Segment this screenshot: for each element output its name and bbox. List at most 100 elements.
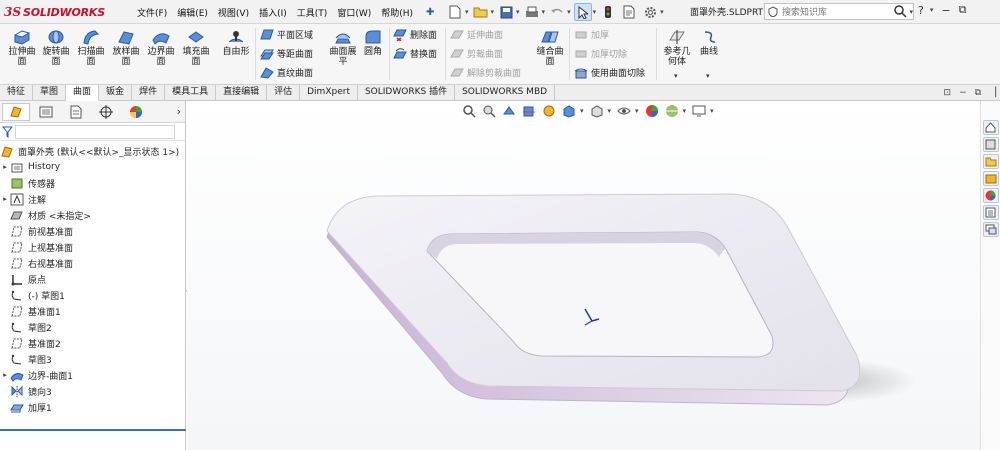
traffic-light-icon[interactable] (599, 3, 617, 21)
file-explorer-icon[interactable] (982, 154, 999, 169)
undo-icon[interactable] (548, 3, 566, 21)
search-icon[interactable] (894, 5, 908, 18)
tree-item[interactable]: 传感器 (0, 175, 185, 191)
feature-manager-tab-icon[interactable] (2, 102, 30, 121)
close-view-icon[interactable]: ▕ (989, 88, 996, 98)
tab-dimxpert[interactable]: DimXpert (300, 85, 358, 101)
panel-toggle-icon[interactable]: ⊡ (944, 88, 952, 98)
design-library-icon[interactable] (982, 137, 999, 152)
tab-mbd[interactable]: SOLIDWORKS MBD (455, 85, 556, 101)
revolved-surface-button[interactable]: 旋转曲面 (40, 28, 72, 67)
configuration-manager-tab-icon[interactable] (62, 103, 90, 121)
tab-mold-tools[interactable]: 模具工具 (165, 85, 217, 101)
tab-direct-editing[interactable]: 直接编辑 (216, 85, 268, 101)
minimize-view-icon[interactable]: − (959, 88, 967, 98)
menu-help[interactable]: 帮助(H) (376, 6, 418, 19)
tab-surfaces[interactable]: 曲面 (66, 85, 100, 101)
tab-addins[interactable]: SOLIDWORKS 插件 (358, 85, 456, 101)
tab-features[interactable]: 特征 (0, 85, 34, 101)
swept-surface-button[interactable]: 扫描曲面 (75, 28, 107, 67)
tree-item[interactable]: 原点 (0, 271, 185, 287)
tree-item[interactable]: ▸ 边界-曲面1 (0, 367, 185, 383)
tree-item[interactable]: 镜向3 (0, 383, 185, 399)
trim-surface-button[interactable]: 剪裁曲面 (450, 47, 503, 60)
search-input[interactable]: 搜索知识库 (782, 5, 890, 18)
lofted-surface-button[interactable]: 放样曲面 (110, 28, 142, 67)
minimize-button[interactable]: − (941, 4, 950, 17)
options-gear-icon[interactable] (641, 3, 659, 21)
thickened-cut-button[interactable]: 加厚切除 (574, 47, 627, 60)
fillet-button[interactable]: 圆角 (360, 28, 386, 57)
expand-chevron-icon[interactable]: ▸ (0, 371, 10, 379)
tree-item[interactable]: 草图2 (0, 319, 185, 335)
tree-item[interactable]: 上视基准面 (0, 239, 185, 255)
chevron-down-icon[interactable]: ▾ (465, 8, 469, 16)
help-button[interactable]: ? (918, 4, 924, 17)
ruled-surface-button[interactable]: 直纹曲面 (260, 66, 313, 79)
custom-properties-icon[interactable] (982, 205, 999, 220)
planar-surface-button[interactable]: 平面区域 (260, 28, 313, 41)
new-document-icon[interactable] (446, 3, 464, 21)
menu-window[interactable]: 窗口(W) (332, 6, 376, 19)
filled-surface-button[interactable]: 填充曲面 (180, 28, 212, 67)
tab-sheet-metal[interactable]: 钣金 (99, 85, 133, 101)
chevron-down-icon[interactable]: ▾ (674, 72, 678, 80)
appearances-icon[interactable] (982, 188, 999, 203)
filter-icon[interactable] (2, 126, 13, 138)
chevron-down-icon[interactable]: ▾ (660, 8, 664, 16)
filter-input[interactable] (15, 124, 175, 139)
dimxpert-manager-tab-icon[interactable] (92, 103, 120, 121)
graphics-area[interactable]: ▾ ▾ ▾ ▾ ▾ (187, 101, 980, 450)
print-icon[interactable] (523, 3, 541, 21)
delete-face-button[interactable]: 删除面 (393, 28, 437, 41)
tree-item[interactable]: 基准面1 (0, 303, 185, 319)
chevron-down-icon[interactable]: ▾ (542, 8, 546, 16)
restore-view-icon[interactable]: ⧉ (975, 88, 981, 98)
boundary-surface-button[interactable]: 边界曲面 (145, 28, 177, 67)
forum-icon[interactable] (982, 222, 999, 237)
menu-file[interactable]: 文件(F) (132, 6, 172, 19)
knit-surface-button[interactable]: 缝合曲面 (533, 28, 567, 67)
tab-weldments[interactable]: 焊件 (132, 85, 166, 101)
select-arrow-icon[interactable] (573, 3, 592, 21)
extend-surface-button[interactable]: 延伸曲面 (450, 28, 503, 41)
cut-with-surface-button[interactable]: 使用曲面切除 (574, 66, 645, 79)
chevron-down-icon[interactable]: ▾ (567, 8, 571, 16)
restore-button[interactable]: ⧉ (959, 3, 967, 17)
tree-item[interactable]: 草图3 (0, 351, 185, 367)
tab-sketch[interactable]: 草图 (33, 85, 67, 101)
chevron-right-icon[interactable]: › (177, 105, 181, 118)
solidworks-logo[interactable]: 3S SOLIDWORKS (4, 3, 105, 21)
surface-flatten-button[interactable]: 曲面展平 (326, 28, 360, 67)
view-palette-icon[interactable] (982, 171, 999, 186)
curves-button[interactable]: 曲线 (696, 28, 722, 57)
search-box[interactable]: 搜索知识库 ▾ (764, 3, 914, 20)
display-manager-tab-icon[interactable] (122, 103, 150, 121)
tree-item[interactable]: 材质 <未指定> (0, 207, 185, 223)
tree-item[interactable]: 前视基准面 (0, 223, 185, 239)
tree-item[interactable]: 基准面2 (0, 335, 185, 351)
file-properties-icon[interactable] (620, 3, 638, 21)
chevron-down-icon[interactable]: ▾ (516, 8, 520, 16)
pin-icon[interactable]: ✚ (426, 7, 434, 18)
rollback-bar[interactable] (0, 429, 186, 431)
tree-root-part[interactable]: 面罩外壳 (默认<<默认>_显示状态 1>) (0, 143, 185, 159)
menu-edit[interactable]: 编辑(E) (172, 6, 213, 19)
extruded-surface-button[interactable]: 拉伸曲面 (6, 28, 38, 67)
tree-item[interactable]: ▸ History (0, 159, 185, 175)
menu-tools[interactable]: 工具(T) (292, 6, 333, 19)
reference-geometry-button[interactable]: 参考几 何体 (660, 28, 694, 67)
thicken-button[interactable]: 加厚 (574, 28, 609, 41)
open-folder-icon[interactable] (472, 3, 490, 21)
menu-view[interactable]: 视图(V) (213, 6, 254, 19)
tree-item[interactable]: 右视基准面 (0, 255, 185, 271)
chevron-down-icon[interactable]: ▾ (706, 72, 710, 80)
expand-chevron-icon[interactable]: ▸ (0, 163, 10, 171)
replace-face-button[interactable]: 替换面 (393, 47, 437, 60)
tree-item[interactable]: ▸ 注解 (0, 191, 185, 207)
chevron-down-icon[interactable]: ▾ (593, 8, 597, 16)
save-icon[interactable] (497, 3, 515, 21)
chevron-down-icon[interactable]: ▾ (909, 8, 913, 16)
chevron-down-icon[interactable]: ▾ (930, 6, 934, 14)
property-manager-tab-icon[interactable] (32, 103, 60, 121)
